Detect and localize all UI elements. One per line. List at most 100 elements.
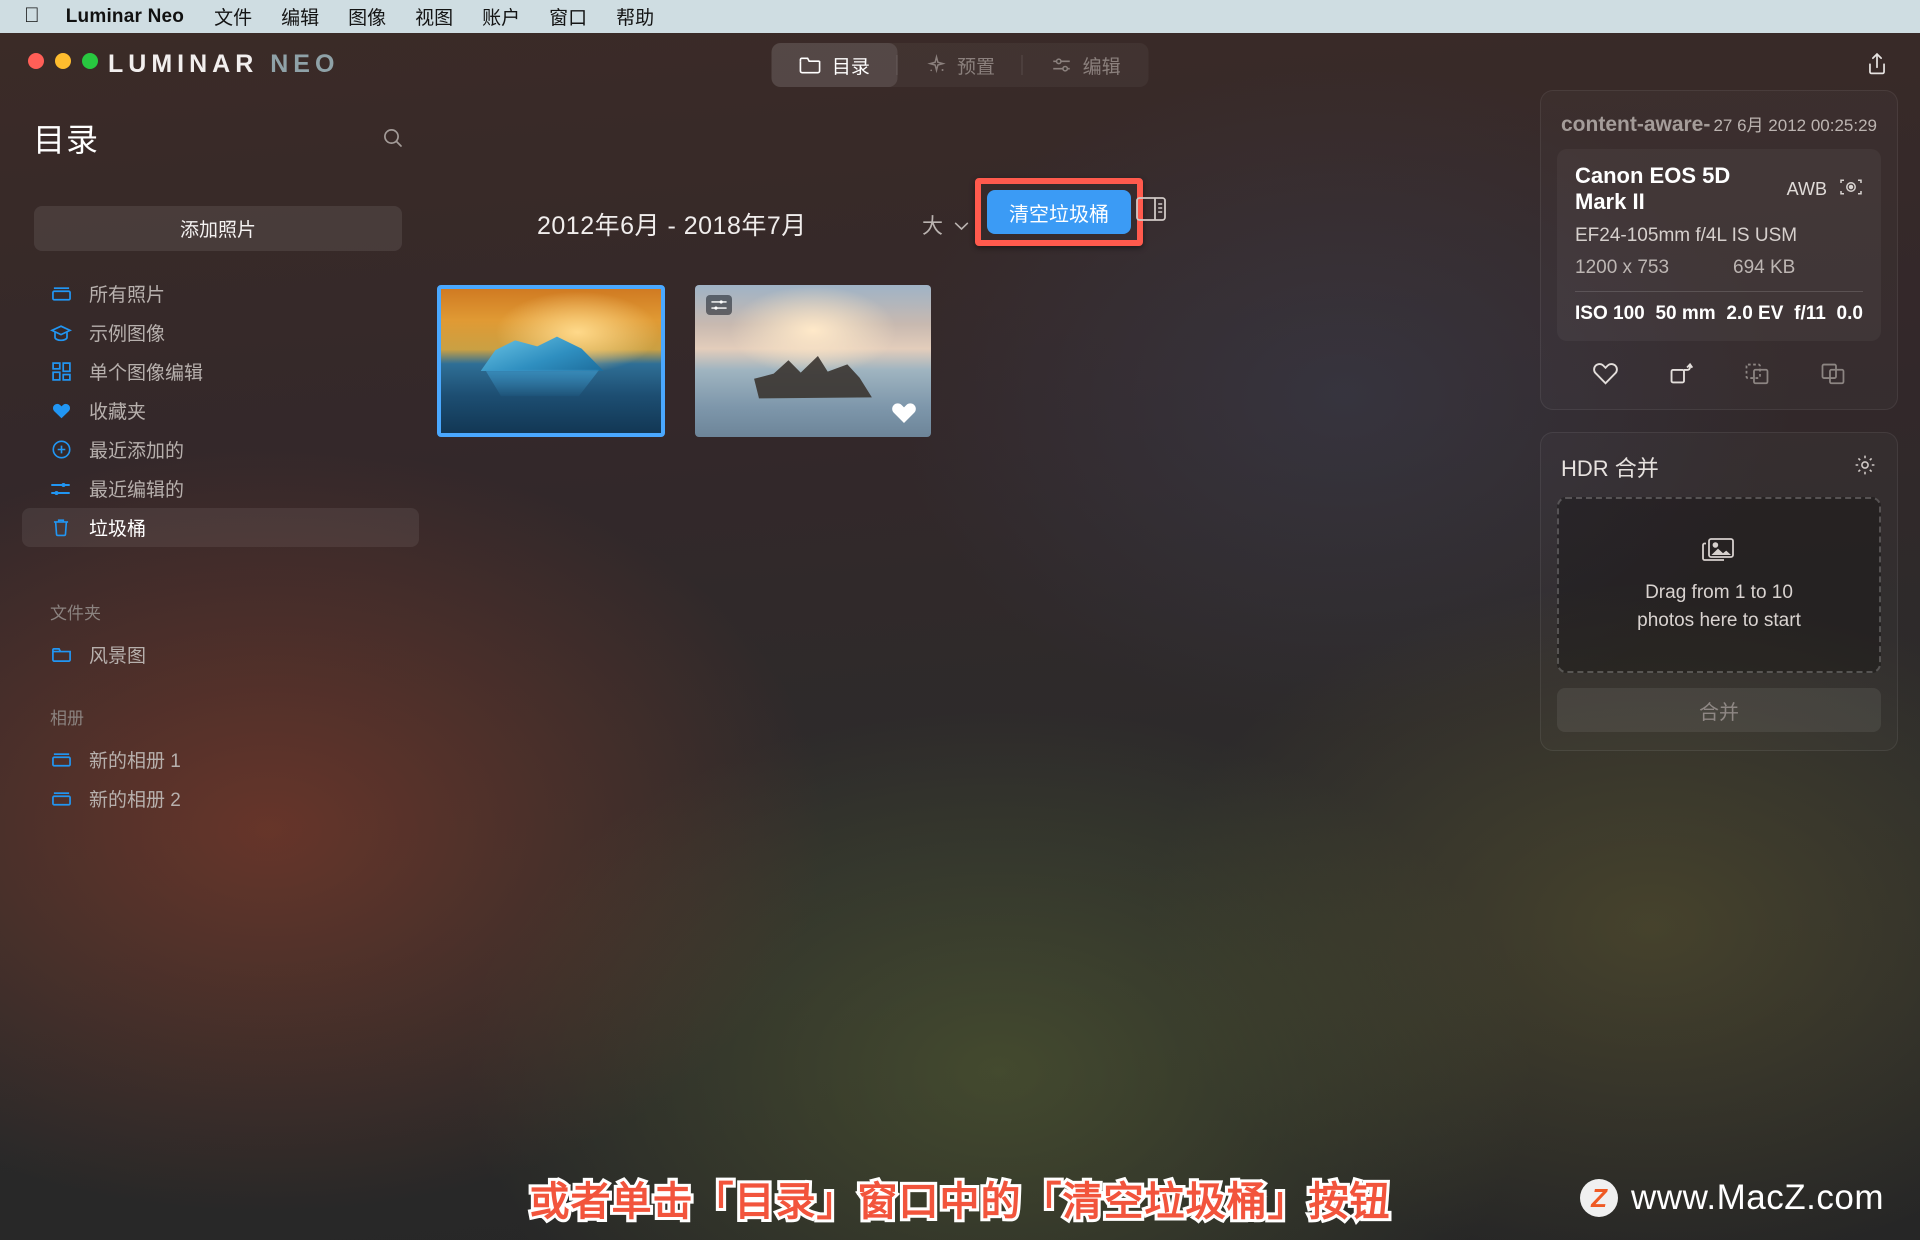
- nav-gap: [22, 624, 419, 635]
- sidebar-item-recently-edited[interactable]: 最近编辑的: [22, 469, 419, 508]
- tab-edit[interactable]: 编辑: [1023, 43, 1149, 87]
- logo-luminar-text: LUMINAR: [108, 50, 259, 78]
- menu-item-view[interactable]: 视图: [415, 3, 453, 30]
- sidebar-header: 目录: [0, 90, 435, 166]
- hdr-dropzone[interactable]: Drag from 1 to 10 photos here to start: [1557, 497, 1881, 673]
- sliders-icon: [1051, 55, 1073, 75]
- thumbnail-grid: [435, 285, 931, 437]
- thumbnail-size-selector[interactable]: 大: [922, 210, 969, 240]
- sidebar-item-trash[interactable]: 垃圾桶: [22, 508, 419, 547]
- gear-icon[interactable]: [1853, 453, 1877, 482]
- copy-icon: [1820, 361, 1847, 391]
- menu-item-edit[interactable]: 编辑: [281, 3, 319, 30]
- minimize-button[interactable]: [55, 53, 71, 69]
- plus-circle-icon: [50, 439, 72, 461]
- thumbnail-favorite-heart[interactable]: [891, 401, 917, 425]
- hdr-dropzone-line2: photos here to start: [1637, 609, 1801, 631]
- lens-model: EF24-105mm f/4L IS USM: [1575, 225, 1798, 246]
- right-panel-icon[interactable]: [1135, 195, 1167, 227]
- sidebar-item-label: 最近编辑的: [89, 480, 185, 501]
- folder-icon: [799, 55, 822, 75]
- tab-catalog[interactable]: 目录: [771, 43, 898, 87]
- sidebar-folder-label: 风景图: [89, 646, 147, 667]
- search-icon[interactable]: [381, 126, 405, 150]
- sidebar-item-favorites[interactable]: 收藏夹: [22, 391, 419, 430]
- thumbnail-iceberg-sunset[interactable]: [437, 285, 665, 437]
- menubar-filler: [1500, 0, 1920, 33]
- folder-icon: [50, 644, 72, 666]
- sidebar-section-folders: 文件夹: [50, 604, 101, 623]
- sidebar-item-sample-images[interactable]: 示例图像: [22, 313, 419, 352]
- sidebar-album-1[interactable]: 新的相册 1: [22, 740, 419, 779]
- sidebar-item-all-photos[interactable]: 所有照片: [22, 274, 419, 313]
- app-logo: LUMINAR NEO: [108, 50, 339, 79]
- photo-action-bar: [1541, 341, 1897, 393]
- camera-metering-icon: [1839, 177, 1863, 202]
- photos-stack-icon: [1702, 536, 1736, 569]
- tab-presets-label: 预置: [957, 56, 996, 78]
- watermark-badge: Z: [1580, 1179, 1619, 1217]
- hdr-merge-button-label: 合并: [1699, 701, 1739, 724]
- watermark: Z www.MacZ.com: [1580, 1178, 1884, 1218]
- watermark-text: www.MacZ.com: [1631, 1178, 1884, 1217]
- add-photos-label: 添加照片: [179, 220, 256, 241]
- menu-item-file[interactable]: 文件: [214, 3, 252, 30]
- add-photos-button[interactable]: 添加照片: [34, 206, 402, 251]
- close-button[interactable]: [28, 53, 44, 69]
- tab-catalog-label: 目录: [831, 56, 870, 78]
- exif-compensation: 0.0: [1836, 303, 1863, 324]
- hdr-merge-panel: HDR 合并 Drag from 1 to 10 photos here to …: [1540, 432, 1898, 751]
- content-area: 2012年6月 - 2018年7月 大 清空垃圾桶: [435, 90, 1460, 1240]
- chevron-down-icon: [954, 213, 969, 237]
- sidebar-item-recently-added[interactable]: 最近添加的: [22, 430, 419, 469]
- thumbnail-edited-badge: [706, 295, 732, 315]
- menu-item-image[interactable]: 图像: [348, 3, 386, 30]
- sidebar-item-single-image-edit[interactable]: 单个图像编辑: [22, 352, 419, 391]
- macos-menubar:  Luminar Neo 文件 编辑 图像 视图 账户 窗口 帮助: [0, 0, 1500, 33]
- graduation-cap-icon: [50, 322, 72, 344]
- album-icon: [50, 749, 72, 771]
- sidebar-album-2[interactable]: 新的相册 2: [22, 779, 419, 818]
- empty-trash-label: 清空垃圾桶: [1009, 203, 1109, 226]
- sidebar-title: 目录: [33, 122, 100, 158]
- sidebar-album-label: 新的相册 1: [89, 751, 181, 772]
- exif-focal-length: 50 mm: [1655, 303, 1716, 324]
- share-icon[interactable]: [1864, 51, 1890, 77]
- sidebar-item-label: 单个图像编辑: [89, 363, 204, 384]
- photo-filename: content-aware-: [1561, 113, 1711, 136]
- nav-gap: [22, 729, 419, 740]
- sidebar-album-label: 新的相册 2: [89, 790, 181, 811]
- menubar-app-name[interactable]: Luminar Neo: [66, 6, 184, 28]
- exif-aperture: f/11: [1794, 303, 1826, 324]
- menu-item-account[interactable]: 账户: [482, 3, 520, 30]
- exif-exposure: 2.0 EV: [1726, 303, 1784, 324]
- menu-item-help[interactable]: 帮助: [616, 3, 654, 30]
- sidebar-item-label: 所有照片: [89, 285, 166, 306]
- tab-edit-label: 编辑: [1082, 56, 1121, 78]
- screenshot-root:  Luminar Neo 文件 编辑 图像 视图 账户 窗口 帮助 LUMIN…: [0, 0, 1920, 1240]
- right-panel: content-aware- 27 6月 2012 00:25:29 Canon…: [1540, 90, 1898, 751]
- sidebar-item-label: 示例图像: [89, 324, 166, 345]
- main-tab-bar: 目录 预置 编辑: [771, 43, 1149, 87]
- menu-item-window[interactable]: 窗口: [549, 3, 587, 30]
- sliders-icon: [50, 478, 72, 500]
- exif-block: Canon EOS 5D Mark II AWB EF24-105mm f/4L…: [1557, 149, 1881, 341]
- library-icon: [50, 283, 72, 305]
- sidebar-item-label: 收藏夹: [89, 402, 147, 423]
- maximize-button[interactable]: [82, 53, 98, 69]
- empty-trash-button[interactable]: 清空垃圾桶: [987, 190, 1131, 234]
- white-balance-label: AWB: [1786, 178, 1827, 199]
- photo-info-card: content-aware- 27 6月 2012 00:25:29 Canon…: [1540, 90, 1898, 410]
- hdr-dropzone-line1: Drag from 1 to 10: [1645, 581, 1793, 603]
- heart-outline-icon[interactable]: [1592, 361, 1619, 391]
- album-icon: [50, 788, 72, 810]
- thumbnail-driftwood-beach[interactable]: [695, 285, 931, 437]
- hdr-merge-button[interactable]: 合并: [1557, 688, 1881, 732]
- luminar-app-window: LUMINAR NEO 目录 预置 编辑 目录 添加照片 所有照片 示例图像 单…: [0, 33, 1920, 1240]
- apple-logo-icon[interactable]: : [24, 5, 40, 26]
- date-range-label: 2012年6月 - 2018年7月: [537, 212, 807, 240]
- rotate-icon[interactable]: [1668, 361, 1695, 391]
- tab-presets[interactable]: 预置: [897, 43, 1023, 87]
- copy-dashed-icon: [1744, 361, 1771, 391]
- sidebar-folder-landscape[interactable]: 风景图: [22, 635, 419, 674]
